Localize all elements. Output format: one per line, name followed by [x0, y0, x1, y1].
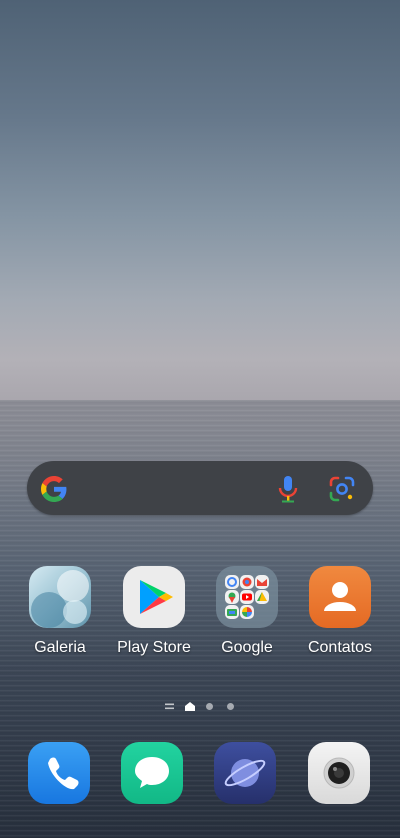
- app-contatos[interactable]: Contatos: [293, 566, 387, 657]
- phone-icon[interactable]: [28, 742, 90, 804]
- camera-icon[interactable]: [308, 742, 370, 804]
- app-label: Google: [221, 639, 273, 656]
- page-indicator[interactable]: [0, 700, 400, 714]
- app-label: Contatos: [307, 639, 373, 656]
- browser-icon[interactable]: [214, 742, 276, 804]
- gallery-icon: [29, 566, 91, 628]
- play-store-icon: [123, 566, 185, 628]
- home-page-icon: [185, 702, 195, 711]
- google-search-bar[interactable]: [27, 461, 373, 515]
- google-g-icon: [41, 476, 67, 502]
- google-folder-icon: [216, 566, 278, 628]
- contacts-icon: [309, 566, 371, 628]
- home-app-row: Galeria Play Store Google Contatos: [0, 566, 400, 666]
- app-play-store[interactable]: Play Store: [107, 566, 201, 657]
- app-drawer-handle-icon: [165, 703, 174, 710]
- app-galeria[interactable]: Galeria: [13, 566, 107, 657]
- app-folder-google[interactable]: Google: [200, 566, 294, 657]
- app-label: Play Store: [117, 639, 191, 656]
- page-dot: [227, 703, 234, 710]
- page-dot: [206, 703, 213, 710]
- microphone-icon[interactable]: [277, 475, 299, 503]
- google-lens-icon[interactable]: [329, 476, 355, 502]
- dock: [0, 742, 400, 806]
- app-label: Galeria: [34, 639, 86, 656]
- messages-icon[interactable]: [121, 742, 183, 804]
